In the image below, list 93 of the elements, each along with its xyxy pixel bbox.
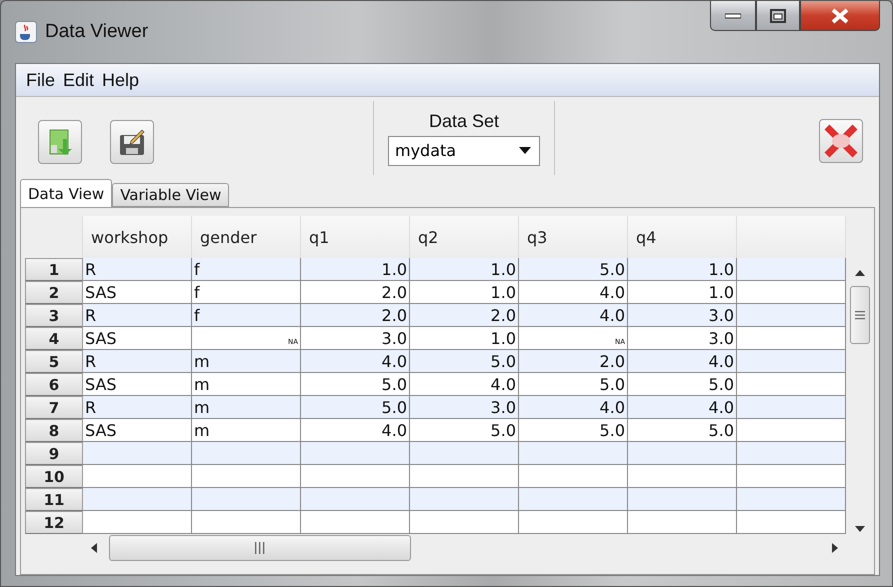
row-number: 2 (25, 281, 83, 304)
table-cell: m (192, 373, 301, 396)
table-cell: m (192, 419, 301, 442)
table-cell: 3.0 (628, 327, 737, 350)
table-cell: 4.0 (519, 396, 628, 419)
table-cell: 4.0 (519, 304, 628, 327)
grip-icon (855, 310, 865, 320)
table-cell: 5.0 (519, 373, 628, 396)
table-cell: 4.0 (410, 373, 519, 396)
close-button[interactable] (800, 1, 880, 31)
row-number: 4 (25, 327, 83, 350)
row-number: 3 (25, 304, 83, 327)
table-cell: 5.0 (410, 419, 519, 442)
maximize-icon (770, 8, 786, 22)
close-dataset-button[interactable] (819, 119, 863, 163)
table-cell: 1.0 (628, 281, 737, 304)
java-cup-icon (15, 21, 37, 43)
tab[interactable]: Variable View (112, 183, 230, 207)
table-cell: 2.0 (301, 304, 410, 327)
table-cell: SAS (83, 327, 192, 350)
table-cell: 4.0 (301, 350, 410, 373)
row-number: 11 (25, 488, 83, 511)
table-cell: f (192, 304, 301, 327)
table-cell: 5.0 (301, 373, 410, 396)
table-cell: 2.0 (301, 281, 410, 304)
maximize-button[interactable] (756, 1, 800, 31)
table-cell: 2.0 (519, 350, 628, 373)
table-cell: 1.0 (628, 258, 737, 281)
column-header[interactable]: q4 (628, 216, 737, 258)
row-number: 9 (25, 442, 83, 465)
table-cell: 4.0 (628, 396, 737, 419)
dataset-dropdown[interactable]: mydata (388, 136, 540, 166)
table-cell: 4.0 (519, 281, 628, 304)
table-cell: 1.0 (410, 327, 519, 350)
table-cell: 5.0 (301, 396, 410, 419)
cross-icon (823, 123, 859, 159)
table-cell: R (83, 304, 192, 327)
scrollbar-thumb[interactable] (850, 286, 870, 344)
row-number: 10 (25, 465, 83, 488)
table-cell: 1.0 (410, 281, 519, 304)
table-cell: 5.0 (519, 258, 628, 281)
column-header[interactable]: q2 (410, 216, 519, 258)
scroll-right-icon[interactable] (830, 543, 840, 553)
table-cell: f (192, 281, 301, 304)
table-cell: f (192, 258, 301, 281)
table-cell: SAS (83, 419, 192, 442)
table-cell: SAS (83, 373, 192, 396)
column-header[interactable]: gender (192, 216, 301, 258)
table-cell: 4.0 (301, 419, 410, 442)
scrollbar-thumb[interactable] (109, 535, 411, 561)
menu-item[interactable]: File (26, 70, 56, 90)
save-button[interactable] (110, 120, 154, 164)
row-number: 8 (25, 419, 83, 442)
table-cell: 4.0 (628, 350, 737, 373)
table-cell: m (192, 350, 301, 373)
row-number: 5 (25, 350, 83, 373)
column-header[interactable]: q1 (301, 216, 410, 258)
table-cell: 3.0 (301, 327, 410, 350)
table-cell: 5.0 (628, 373, 737, 396)
table-cell: R (83, 396, 192, 419)
tab[interactable]: Data View (20, 179, 112, 207)
table-cell: 5.0 (628, 419, 737, 442)
table-cell: 3.0 (628, 304, 737, 327)
column-header[interactable]: q3 (519, 216, 628, 258)
window-title: Data Viewer (45, 21, 148, 43)
table-cell: m (192, 396, 301, 419)
scroll-up-icon[interactable] (855, 268, 865, 278)
row-number: 7 (25, 396, 83, 419)
row-number: 6 (25, 373, 83, 396)
row-number: 12 (25, 511, 83, 534)
column-header[interactable]: workshop (83, 216, 192, 258)
table-cell: 2.0 (410, 304, 519, 327)
minimize-icon (725, 12, 741, 18)
close-icon (831, 8, 849, 24)
table-cell: 1.0 (410, 258, 519, 281)
menu-item[interactable]: Edit (63, 70, 94, 90)
menu-item[interactable]: Help (102, 70, 140, 90)
table-cell: R (83, 350, 192, 373)
caret-icon (519, 146, 531, 154)
row-number: 1 (25, 258, 83, 281)
table-cell: 5.0 (519, 419, 628, 442)
table-cell: R (83, 258, 192, 281)
scroll-left-icon[interactable] (89, 543, 99, 553)
scroll-down-icon[interactable] (855, 524, 865, 534)
floppy-pencil-icon (117, 127, 147, 157)
table-cell: SAS (83, 281, 192, 304)
minimize-button[interactable] (710, 1, 756, 31)
open-data-button[interactable] (38, 120, 82, 164)
dataset-label: Data Set (428, 110, 500, 132)
grip-icon (254, 542, 266, 554)
table-cell: 5.0 (410, 350, 519, 373)
table-cell: 3.0 (410, 396, 519, 419)
table-cell: 1.0 (301, 258, 410, 281)
